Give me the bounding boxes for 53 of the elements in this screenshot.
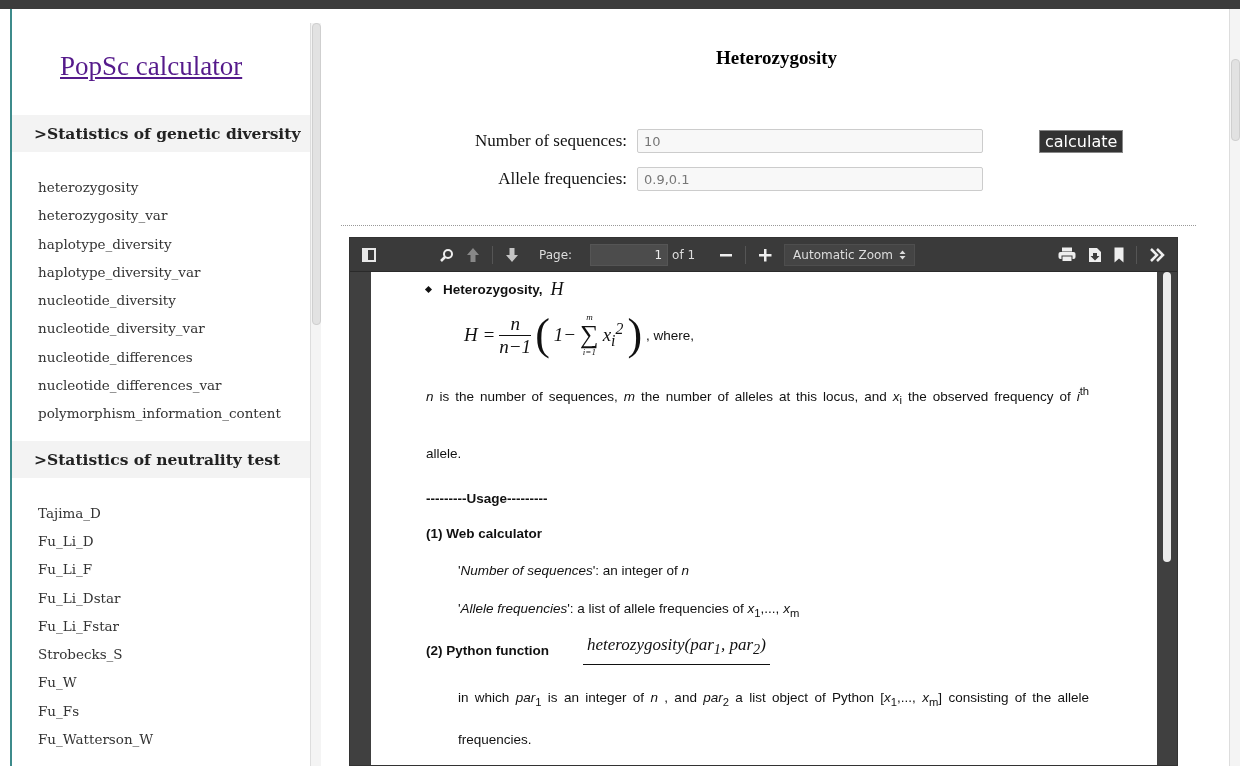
input-field[interactable]: 0.9,0.1	[637, 167, 983, 191]
sidebar-item[interactable]: haplotype_diversity	[38, 235, 310, 253]
sidebar-item[interactable]: nucleotide_differences	[38, 348, 310, 366]
scrollbar[interactable]	[1229, 9, 1240, 766]
sidebar-item[interactable]: Tajima_D	[38, 504, 310, 522]
sidebar-item[interactable]: Fu_Fs	[38, 702, 310, 720]
sidebar-item[interactable]: Fu_Watterson_W	[38, 731, 310, 749]
sidebar-item[interactable]: Fu_Li_Fstar	[38, 617, 310, 635]
section-heading[interactable]: >Statistics of genetic diversity	[12, 115, 310, 152]
search-icon[interactable]	[440, 247, 454, 262]
sidebar-item[interactable]: Fu_Li_F	[38, 561, 310, 579]
sidebar-toggle-icon[interactable]	[362, 247, 376, 262]
field-label: Allele frequencies:	[497, 169, 627, 189]
sidebar-item[interactable]: haplotype_diversity_var	[38, 263, 310, 281]
print-icon[interactable]	[1058, 247, 1076, 262]
calculate-button[interactable]: calculate	[1039, 129, 1124, 153]
document-heading: (2) Python function	[426, 642, 549, 658]
page-title: Heterozygosity	[715, 47, 838, 69]
sidebar-item[interactable]: nucleotide_diversity	[38, 292, 310, 310]
sidebar-item[interactable]: heterozygosity_var	[38, 207, 310, 225]
page-count: of 1	[672, 247, 696, 262]
scrollbar[interactable]	[310, 23, 321, 766]
sidebar-item[interactable]: Fu_W	[38, 674, 310, 692]
down-arrow-icon[interactable]	[505, 246, 519, 263]
bookmark-icon[interactable]	[1114, 246, 1124, 263]
page-number-field[interactable]: 1	[590, 243, 669, 266]
section-heading[interactable]: >Statistics of neutrality test	[12, 440, 310, 478]
site-title-link[interactable]: PopSc calculator	[60, 51, 243, 81]
sidebar-item[interactable]: heterozygosity	[38, 179, 310, 196]
sidebar-item[interactable]: polymorphism_information_content	[38, 405, 310, 423]
download-icon[interactable]	[1088, 246, 1102, 263]
input-field[interactable]: 10	[637, 129, 983, 153]
function-signature: heterozygosity(par$_{1}$, par$_{2}$)	[583, 635, 770, 665]
sidebar-item[interactable]: Strobecks_S	[38, 646, 310, 664]
sidebar-item[interactable]: Fu_Li_D	[38, 532, 310, 550]
double-chevron-icon[interactable]	[1149, 247, 1165, 262]
usage-line: 'Number of sequences': an integer of n	[458, 563, 690, 579]
updown-caret-icon	[899, 249, 907, 260]
sidebar-item[interactable]: nucleotide_diversity_var	[38, 320, 310, 338]
page-label: Page:	[539, 247, 573, 262]
field-label: Number of sequences:	[474, 131, 627, 151]
paragraph: in which par$_{1}$ is an integer of n , and par$_{2}$ a list object of Python [x$_{1}$,..., x$_{m}$] consisting of the allele frequencies.	[457, 689, 1089, 749]
sidebar-item[interactable]: Fu_Li_Dstar	[38, 589, 310, 607]
section-title: Heterozygosity,	[443, 281, 543, 297]
sidebar-item[interactable]: nucleotide_differences_var	[38, 377, 310, 395]
document-heading: ---------Usage---------	[426, 491, 548, 507]
paragraph: n is the number of sequences, m the number of alleles at this locus, and x$_{i}$ the observed frequency of i$^{th}$ allele.	[426, 384, 1089, 464]
math-symbol: H	[550, 278, 564, 300]
zoom-select[interactable]: Automatic Zoom	[784, 243, 916, 266]
usage-line: 'Allele frequencies': a list of allele frequencies of x$_{1}$,..., x$_{m}$	[458, 600, 800, 619]
zoom-in-icon[interactable]	[758, 247, 773, 262]
document-heading: (1) Web calculator	[426, 526, 543, 542]
bullet-icon	[424, 285, 433, 293]
